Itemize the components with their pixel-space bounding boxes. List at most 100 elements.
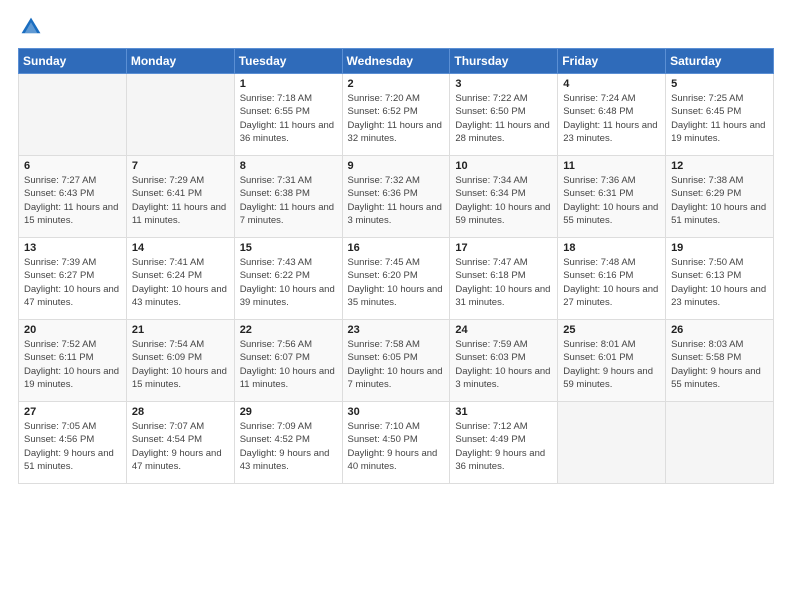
calendar-cell: 8Sunrise: 7:31 AMSunset: 6:38 PMDaylight… (234, 156, 342, 238)
daylight-text: Daylight: 10 hours and 55 minutes. (563, 201, 660, 228)
calendar-cell: 19Sunrise: 7:50 AMSunset: 6:13 PMDayligh… (666, 238, 774, 320)
daylight-text: Daylight: 9 hours and 51 minutes. (24, 447, 121, 474)
calendar-cell: 21Sunrise: 7:54 AMSunset: 6:09 PMDayligh… (126, 320, 234, 402)
day-info: Sunrise: 7:36 AMSunset: 6:31 PMDaylight:… (563, 174, 660, 227)
sunset-text: Sunset: 4:54 PM (132, 433, 229, 446)
sunset-text: Sunset: 6:03 PM (455, 351, 552, 364)
daylight-text: Daylight: 11 hours and 32 minutes. (348, 119, 445, 146)
calendar-week-row: 27 Sunrise: 7:05 AMSunset: 4:56 PMDayligh… (19, 402, 774, 484)
calendar-cell: 17Sunrise: 7:47 AMSunset: 6:18 PMDayligh… (450, 238, 558, 320)
sunset-text: Sunset: 6:41 PM (132, 187, 229, 200)
weekday-header-monday: Monday (126, 49, 234, 74)
calendar-cell: 25Sunrise: 8:01 AMSunset: 6:01 PMDayligh… (558, 320, 666, 402)
calendar-cell (666, 402, 774, 484)
day-number: 11 (563, 160, 660, 172)
day-info: Sunrise: 7:39 AMSunset: 6:27 PMDaylight:… (24, 256, 121, 309)
daylight-text: Daylight: 11 hours and 3 minutes. (348, 201, 445, 228)
calendar-cell: 26Sunrise: 8:03 AMSunset: 5:58 PMDayligh… (666, 320, 774, 402)
daylight-text: Daylight: 9 hours and 43 minutes. (240, 447, 337, 474)
daylight-text: Daylight: 11 hours and 11 minutes. (132, 201, 229, 228)
sunset-text: Sunset: 6:27 PM (24, 269, 121, 282)
calendar-cell: 7 Sunrise: 7:29 AMSunset: 6:41 PMDaylight… (126, 156, 234, 238)
day-info: Sunrise: 7:22 AMSunset: 6:50 PMDaylight:… (455, 92, 552, 145)
calendar-cell: 6Sunrise: 7:27 AMSunset: 6:43 PMDaylight… (19, 156, 127, 238)
day-number: 26 (671, 324, 768, 336)
calendar-week-row: 20Sunrise: 7:52 AMSunset: 6:11 PMDayligh… (19, 320, 774, 402)
day-number: 15 (240, 242, 337, 254)
sunrise-text: Sunrise: 8:01 AM (563, 338, 660, 351)
sunset-text: Sunset: 6:13 PM (671, 269, 768, 282)
daylight-text: Daylight: 10 hours and 31 minutes. (455, 283, 552, 310)
calendar-cell: 1Sunrise: 7:18 AMSunset: 6:55 PMDaylight… (234, 74, 342, 156)
sunrise-text: Sunrise: 7:43 AM (240, 256, 337, 269)
daylight-text: Daylight: 10 hours and 59 minutes. (455, 201, 552, 228)
daylight-text: Daylight: 11 hours and 15 minutes. (24, 201, 121, 228)
logo-icon (20, 16, 42, 38)
calendar-cell: 5Sunrise: 7:25 AMSunset: 6:45 PMDaylight… (666, 74, 774, 156)
sunrise-text: Sunrise: 7:58 AM (348, 338, 445, 351)
sunset-text: Sunset: 6:38 PM (240, 187, 337, 200)
calendar-week-row: 6Sunrise: 7:27 AMSunset: 6:43 PMDaylight… (19, 156, 774, 238)
sunset-text: Sunset: 6:09 PM (132, 351, 229, 364)
daylight-text: Daylight: 10 hours and 35 minutes. (348, 283, 445, 310)
sunrise-text: Sunrise: 7:45 AM (348, 256, 445, 269)
sunrise-text: Sunrise: 7:20 AM (348, 92, 445, 105)
day-info: Sunrise: 7:29 AMSunset: 6:41 PMDaylight:… (132, 174, 229, 227)
day-info: Sunrise: 7:05 AMSunset: 4:56 PMDaylight:… (24, 420, 121, 473)
day-number: 1 (240, 78, 337, 90)
header (18, 16, 774, 38)
day-number: 24 (455, 324, 552, 336)
calendar-cell: 31 Sunrise: 7:12 AMSunset: 4:49 PMDayligh… (450, 402, 558, 484)
sunrise-text: Sunrise: 7:05 AM (24, 420, 121, 433)
calendar-cell: 11 Sunrise: 7:36 AMSunset: 6:31 PMDayligh… (558, 156, 666, 238)
sunset-text: Sunset: 6:22 PM (240, 269, 337, 282)
daylight-text: Daylight: 9 hours and 55 minutes. (671, 365, 768, 392)
sunrise-text: Sunrise: 7:36 AM (563, 174, 660, 187)
calendar-cell: 16 Sunrise: 7:45 AMSunset: 6:20 PMDayligh… (342, 238, 450, 320)
day-number: 31 (455, 406, 552, 418)
sunrise-text: Sunrise: 7:27 AM (24, 174, 121, 187)
sunset-text: Sunset: 6:29 PM (671, 187, 768, 200)
calendar-cell: 20Sunrise: 7:52 AMSunset: 6:11 PMDayligh… (19, 320, 127, 402)
day-number: 16 (348, 242, 445, 254)
calendar-cell: 29Sunrise: 7:09 AMSunset: 4:52 PMDayligh… (234, 402, 342, 484)
sunrise-text: Sunrise: 8:03 AM (671, 338, 768, 351)
daylight-text: Daylight: 11 hours and 36 minutes. (240, 119, 337, 146)
day-info: Sunrise: 7:45 AMSunset: 6:20 PMDaylight:… (348, 256, 445, 309)
day-number: 7 (132, 160, 229, 172)
day-info: Sunrise: 7:58 AMSunset: 6:05 PMDaylight:… (348, 338, 445, 391)
sunset-text: Sunset: 4:49 PM (455, 433, 552, 446)
calendar-cell (126, 74, 234, 156)
sunset-text: Sunset: 6:52 PM (348, 105, 445, 118)
calendar-cell: 15 Sunrise: 7:43 AMSunset: 6:22 PMDayligh… (234, 238, 342, 320)
day-number: 20 (24, 324, 121, 336)
day-info: Sunrise: 7:12 AMSunset: 4:49 PMDaylight:… (455, 420, 552, 473)
weekday-header-thursday: Thursday (450, 49, 558, 74)
day-info: Sunrise: 7:10 AMSunset: 4:50 PMDaylight:… (348, 420, 445, 473)
sunrise-text: Sunrise: 7:10 AM (348, 420, 445, 433)
daylight-text: Daylight: 10 hours and 39 minutes. (240, 283, 337, 310)
sunset-text: Sunset: 6:07 PM (240, 351, 337, 364)
daylight-text: Daylight: 10 hours and 23 minutes. (671, 283, 768, 310)
sunrise-text: Sunrise: 7:24 AM (563, 92, 660, 105)
calendar-week-row: 1Sunrise: 7:18 AMSunset: 6:55 PMDaylight… (19, 74, 774, 156)
day-number: 4 (563, 78, 660, 90)
daylight-text: Daylight: 11 hours and 23 minutes. (563, 119, 660, 146)
daylight-text: Daylight: 11 hours and 19 minutes. (671, 119, 768, 146)
sunrise-text: Sunrise: 7:59 AM (455, 338, 552, 351)
daylight-text: Daylight: 9 hours and 36 minutes. (455, 447, 552, 474)
sunset-text: Sunset: 6:50 PM (455, 105, 552, 118)
sunrise-text: Sunrise: 7:47 AM (455, 256, 552, 269)
sunset-text: Sunset: 6:20 PM (348, 269, 445, 282)
day-info: Sunrise: 8:01 AMSunset: 6:01 PMDaylight:… (563, 338, 660, 391)
day-number: 27 (24, 406, 121, 418)
day-number: 17 (455, 242, 552, 254)
sunrise-text: Sunrise: 7:52 AM (24, 338, 121, 351)
calendar-cell: 24Sunrise: 7:59 AMSunset: 6:03 PMDayligh… (450, 320, 558, 402)
sunrise-text: Sunrise: 7:54 AM (132, 338, 229, 351)
weekday-header-tuesday: Tuesday (234, 49, 342, 74)
day-info: Sunrise: 7:24 AMSunset: 6:48 PMDaylight:… (563, 92, 660, 145)
daylight-text: Daylight: 11 hours and 28 minutes. (455, 119, 552, 146)
daylight-text: Daylight: 10 hours and 47 minutes. (24, 283, 121, 310)
calendar-cell: 22Sunrise: 7:56 AMSunset: 6:07 PMDayligh… (234, 320, 342, 402)
